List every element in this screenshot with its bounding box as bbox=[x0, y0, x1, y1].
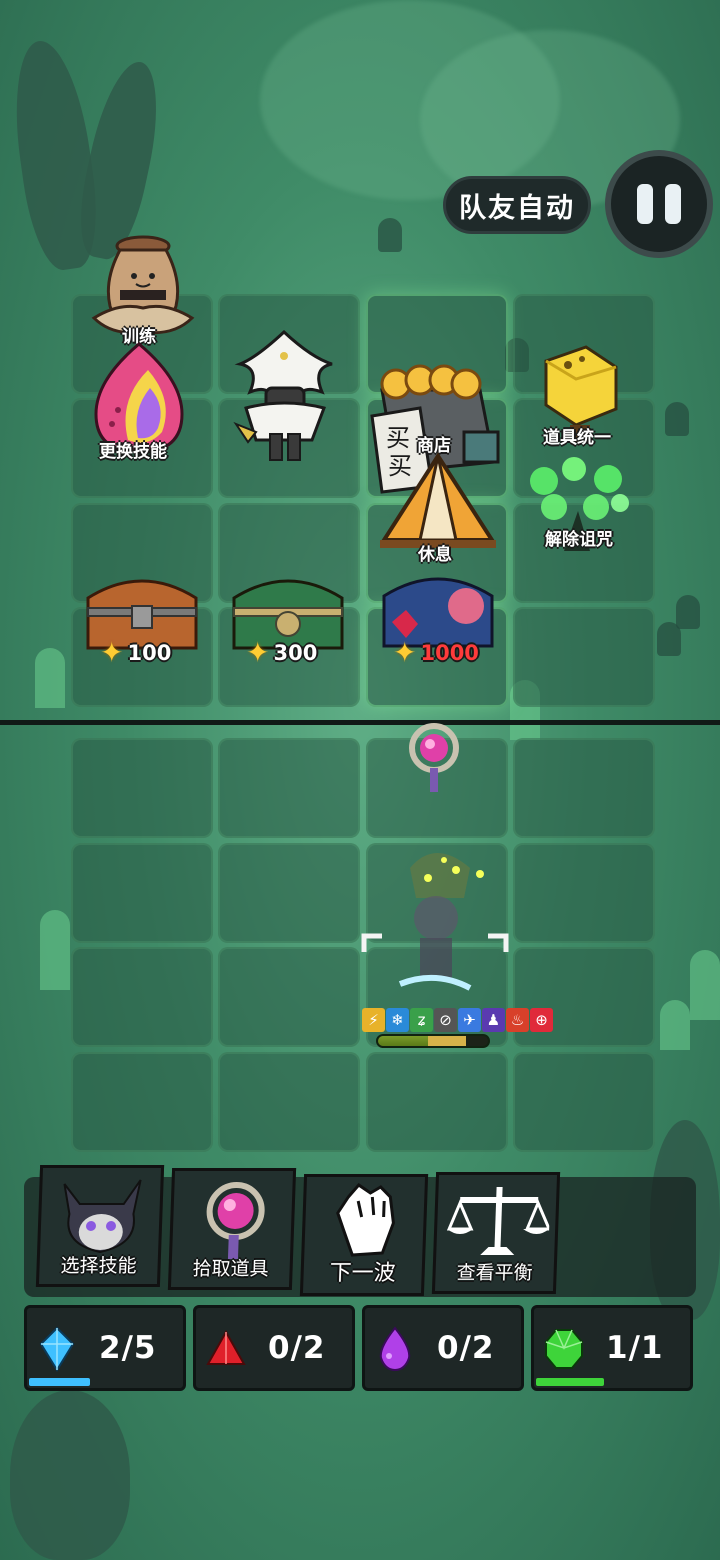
staff-orb-icon bbox=[206, 1182, 265, 1259]
blue-gem-counter: 2/5 bbox=[24, 1305, 186, 1391]
wooden-chest-price: ✦ 100 bbox=[100, 636, 172, 669]
hero-character-icon[interactable] bbox=[360, 838, 510, 1018]
buff-icon: ⊕ bbox=[530, 1008, 553, 1032]
green-gem-progress bbox=[536, 1378, 605, 1386]
buff-icon: ♨ bbox=[506, 1008, 529, 1032]
pause-button[interactable] bbox=[605, 150, 713, 258]
hero-buff-row: ⚡ ❄ ʑ ⊘ ✈ ♟ ♨ ⊕ bbox=[362, 1008, 553, 1032]
jade-chest-price: ✦ 300 bbox=[246, 636, 318, 669]
board-cell[interactable] bbox=[71, 947, 213, 1047]
red-gem-counter: 0/2 bbox=[193, 1305, 355, 1391]
select-skill-label: 选择技能 bbox=[60, 1255, 137, 1277]
red-gem-icon bbox=[206, 1329, 246, 1365]
cat-character-icon bbox=[63, 1179, 142, 1254]
purple-gem-value: 0/2 bbox=[437, 1330, 495, 1366]
board-cell[interactable] bbox=[366, 1052, 508, 1152]
board-cell[interactable] bbox=[513, 607, 655, 707]
green-gem-icon bbox=[545, 1329, 583, 1369]
board-cell[interactable] bbox=[218, 843, 360, 943]
raised-fist-icon bbox=[336, 1183, 395, 1257]
board-cell[interactable] bbox=[513, 947, 655, 1047]
board-cell[interactable] bbox=[218, 738, 360, 838]
buff-icon: ⚡ bbox=[362, 1008, 385, 1032]
hero-health-bar bbox=[376, 1034, 490, 1048]
view-balance-label: 查看平衡 bbox=[456, 1262, 533, 1284]
next-wave-button[interactable]: 下一波 bbox=[299, 1174, 429, 1296]
star-icon: ✦ bbox=[393, 636, 417, 669]
select-skill-button[interactable]: 选择技能 bbox=[35, 1165, 165, 1287]
teammate-auto-button[interactable]: 队友自动 bbox=[443, 176, 591, 234]
buff-icon: ✈ bbox=[458, 1008, 481, 1032]
view-balance-button[interactable]: 查看平衡 bbox=[431, 1172, 561, 1294]
royal-chest-price: ✦ 1000 bbox=[393, 636, 479, 669]
board-cell[interactable] bbox=[218, 1052, 360, 1152]
purple-gem-icon bbox=[379, 1326, 411, 1372]
blue-gem-value: 2/5 bbox=[99, 1330, 157, 1366]
board-cell[interactable] bbox=[71, 1052, 213, 1152]
board-cell[interactable] bbox=[71, 843, 213, 943]
item-unify-label: 道具统一 bbox=[543, 428, 611, 448]
board-cell[interactable] bbox=[513, 843, 655, 943]
board-cell[interactable] bbox=[71, 738, 213, 838]
svg-text:买: 买 bbox=[386, 424, 410, 452]
buff-icon: ⊘ bbox=[434, 1008, 457, 1032]
star-icon: ✦ bbox=[100, 636, 124, 669]
board-divider bbox=[0, 720, 720, 725]
change-skill-label: 更换技能 bbox=[99, 442, 167, 462]
green-gem-value: 1/1 bbox=[606, 1330, 664, 1366]
blue-gem-progress bbox=[29, 1378, 90, 1386]
balance-scale-icon bbox=[446, 1187, 551, 1255]
buff-icon: ❄ bbox=[386, 1008, 409, 1032]
pick-up-item-label: 拾取道具 bbox=[192, 1258, 269, 1280]
pause-icon bbox=[637, 184, 653, 224]
staff-orb-item-icon[interactable] bbox=[400, 718, 466, 794]
white-haired-mage-icon[interactable] bbox=[226, 328, 344, 468]
rest-label: 休息 bbox=[418, 545, 452, 565]
buff-icon: ♟ bbox=[482, 1008, 505, 1032]
purple-gem-counter: 0/2 bbox=[362, 1305, 524, 1391]
board-cell[interactable] bbox=[513, 1052, 655, 1152]
bottom-left-plant bbox=[10, 1390, 130, 1560]
remove-curse-label: 解除诅咒 bbox=[545, 530, 613, 550]
board-cell[interactable] bbox=[513, 738, 655, 838]
board-cell[interactable] bbox=[218, 947, 360, 1047]
teammate-auto-label: 队友自动 bbox=[459, 192, 575, 224]
buff-icon: ʑ bbox=[410, 1008, 433, 1032]
star-icon: ✦ bbox=[246, 636, 270, 669]
next-wave-label: 下一波 bbox=[329, 1261, 397, 1286]
blue-crystal-icon bbox=[39, 1326, 75, 1372]
green-gem-counter: 1/1 bbox=[531, 1305, 693, 1391]
pick-up-item-button[interactable]: 拾取道具 bbox=[167, 1168, 297, 1290]
red-gem-value: 0/2 bbox=[268, 1330, 326, 1366]
